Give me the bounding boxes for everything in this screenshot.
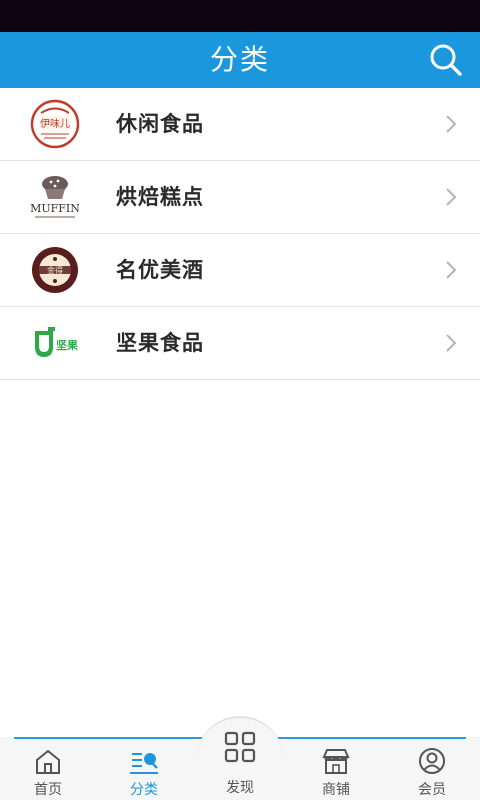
app-screen: 分类 伊味儿 休闲食品 MUFFIN 烘焙糕点 金得 名优美酒 坚果 坚果食品 …	[0, 0, 480, 800]
grid-icon	[224, 731, 256, 763]
chevron-right-icon	[446, 334, 457, 352]
tab-category[interactable]: 分类	[96, 739, 192, 800]
category-item-snacks[interactable]: 伊味儿 休闲食品	[0, 88, 480, 161]
category-label: 名优美酒	[116, 258, 204, 282]
tab-label: 发现	[226, 780, 254, 796]
svg-text:MUFFIN: MUFFIN	[30, 202, 80, 215]
category-item-wine[interactable]: 金得 名优美酒	[0, 234, 480, 307]
category-label: 坚果食品	[116, 331, 204, 355]
chevron-right-icon	[446, 188, 457, 206]
nut-brand-logo: 坚果	[35, 327, 78, 357]
chevron-right-icon	[446, 261, 457, 279]
search-button[interactable]	[426, 40, 466, 80]
page-title: 分类	[209, 43, 270, 76]
wine-brand-logo: 金得	[32, 247, 78, 293]
user-icon	[419, 748, 445, 774]
header-bar: 分类	[0, 32, 480, 88]
status-bar	[0, 0, 480, 32]
category-item-nuts[interactable]: 坚果 坚果食品	[0, 307, 480, 380]
category-list: 伊味儿 休闲食品 MUFFIN 烘焙糕点 金得 名优美酒 坚果 坚果食品	[0, 88, 480, 380]
tab-label: 分类	[130, 782, 158, 798]
chevron-right-icon	[446, 115, 457, 133]
svg-text:伊味儿: 伊味儿	[40, 118, 70, 130]
muffin-brand-logo: MUFFIN	[30, 176, 80, 218]
home-icon	[36, 749, 60, 774]
tab-label: 会员	[418, 782, 446, 798]
category-label: 休闲食品	[116, 112, 204, 136]
category-icon	[130, 753, 158, 774]
svg-text:坚果: 坚果	[56, 338, 78, 352]
search-icon	[430, 44, 462, 76]
snack-brand-logo: 伊味儿	[30, 99, 80, 149]
tab-discover[interactable]: 发现	[196, 718, 284, 800]
tab-label: 商铺	[322, 782, 350, 798]
shop-icon	[322, 749, 350, 774]
tab-home[interactable]: 首页	[0, 739, 96, 800]
category-item-bakery[interactable]: MUFFIN 烘焙糕点	[0, 161, 480, 234]
tab-member[interactable]: 会员	[384, 739, 480, 800]
tab-shop[interactable]: 商铺	[288, 739, 384, 800]
svg-text:金得: 金得	[47, 265, 63, 275]
category-label: 烘焙糕点	[116, 185, 204, 209]
tab-label: 首页	[34, 782, 62, 798]
